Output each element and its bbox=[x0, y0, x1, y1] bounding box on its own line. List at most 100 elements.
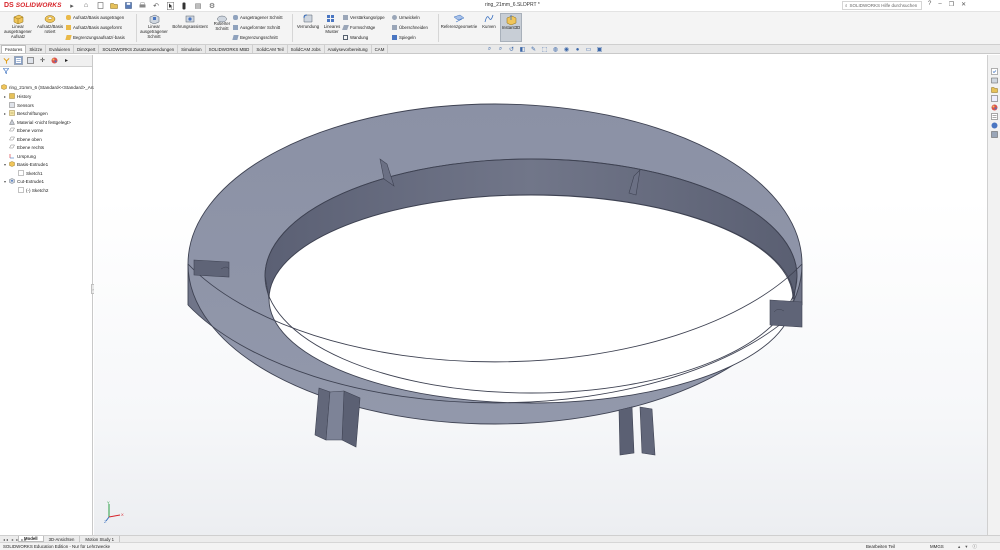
tab-solidworks-mbd[interactable]: SOLIDWORKS MBD bbox=[206, 45, 254, 53]
help-icon[interactable]: ? bbox=[928, 1, 931, 8]
tab-skizze[interactable]: Skizze bbox=[26, 45, 47, 53]
graphics-area[interactable]: Y X Z bbox=[94, 55, 987, 535]
boundary-boss-button[interactable]: Begrenzungsaufsatz/-basis bbox=[65, 35, 125, 40]
configuration-manager-tab-icon[interactable] bbox=[26, 56, 35, 65]
tab-analysevorbereitung[interactable]: Analysevorbereitung bbox=[325, 45, 372, 53]
solidworks-forum-icon[interactable] bbox=[991, 122, 998, 129]
revolve-cut-button[interactable]: Rotierter Schnitt bbox=[210, 15, 234, 32]
view-settings-icon[interactable]: ▣ bbox=[596, 46, 603, 53]
expand-toggle-icon[interactable]: ▸ bbox=[3, 111, 7, 116]
undo-icon[interactable]: ↶ bbox=[152, 2, 160, 10]
notch-left[interactable] bbox=[193, 259, 230, 278]
solidworks-logo[interactable]: DS SOLIDWORKS bbox=[0, 0, 62, 12]
new-document-icon[interactable] bbox=[96, 2, 104, 10]
part-model[interactable] bbox=[94, 55, 987, 535]
intersect-button[interactable]: Überschneiden bbox=[392, 25, 428, 30]
lofted-boss-button[interactable]: Aufsatz/Basis ausgeformt bbox=[66, 25, 122, 30]
options-gear-icon[interactable]: ⚙ bbox=[208, 2, 216, 10]
open-folder-icon[interactable] bbox=[110, 2, 118, 10]
help-search-input[interactable]: ⌕ SOLIDWORKS Hilfe durchsuchen bbox=[842, 1, 922, 10]
zoom-to-fit-icon[interactable]: ⌕ bbox=[486, 46, 493, 53]
previous-view-icon[interactable]: ↺ bbox=[508, 46, 515, 53]
edit-appearance-icon[interactable]: ● bbox=[574, 46, 581, 53]
display-style-icon[interactable]: ◍ bbox=[552, 46, 559, 53]
draft-button[interactable]: Formschräge bbox=[342, 25, 375, 30]
swept-boss-button[interactable]: Aufsatz/Basis ausgetragen bbox=[66, 15, 124, 20]
view-orientation-icon[interactable]: ⬚ bbox=[541, 46, 548, 53]
minimize-icon[interactable]: – bbox=[938, 1, 941, 8]
tree-item-basis-extrude1[interactable]: ▾ Basis-Extrude1 bbox=[3, 161, 48, 167]
feature-tree-filter[interactable] bbox=[0, 67, 92, 77]
unit-system-selector[interactable]: MMGS bbox=[930, 544, 944, 549]
extrude-cut-button[interactable]: Linear ausgetragener Schnitt bbox=[139, 13, 169, 39]
tab-cam[interactable]: CAM bbox=[372, 45, 389, 53]
tab-simulation[interactable]: Simulation bbox=[178, 45, 206, 53]
tree-item-sketch1[interactable]: Sketch1 bbox=[12, 170, 43, 176]
zoom-to-area-icon[interactable]: ⌕ bbox=[497, 46, 504, 53]
notch-front-left[interactable] bbox=[314, 387, 361, 448]
reference-geometry-button[interactable]: Referenzgeometrie bbox=[440, 13, 478, 30]
swept-cut-button[interactable]: Ausgetragener Schnitt bbox=[233, 15, 283, 20]
view-palette-icon[interactable] bbox=[991, 95, 998, 102]
tab-solidcam-teil[interactable]: SolidCAM Teil bbox=[253, 45, 288, 53]
lofted-cut-button[interactable]: Ausgeformter Schnitt bbox=[233, 25, 280, 30]
tree-item-ebene-vorne[interactable]: Ebene vorne bbox=[3, 127, 43, 133]
rebuild-icon[interactable] bbox=[180, 2, 188, 10]
feature-tree-root[interactable]: ring_21mm_6 (Standard<<Standard>_Anzeig bbox=[1, 84, 102, 90]
solidworks-resources-icon[interactable] bbox=[991, 68, 998, 75]
tab-features[interactable]: Features bbox=[1, 45, 27, 53]
rib-button[interactable]: Verstärkungsrippe bbox=[343, 15, 385, 20]
feature-manager-tab-icon[interactable] bbox=[2, 56, 11, 65]
fillet-button[interactable]: Verrundung bbox=[294, 13, 322, 30]
tree-item-beschriftungen[interactable]: ▸ Beschriftungen bbox=[3, 110, 48, 116]
select-pointer-icon[interactable] bbox=[166, 1, 174, 10]
curves-button[interactable]: Kurven bbox=[479, 13, 499, 30]
tree-item-material-nicht-festgelegt[interactable]: Material <nicht festgelegt> bbox=[3, 119, 71, 125]
extrude-boss-button[interactable]: Linear ausgetragener Aufsatz bbox=[3, 13, 33, 39]
tab-solidcam-jobs[interactable]: SolidCAM Jobs bbox=[288, 45, 325, 53]
display-manager-tab-icon[interactable] bbox=[50, 56, 59, 65]
tab-solidworks-zusatzanwendungen[interactable]: SOLIDWORKS Zusatzanwendungen bbox=[99, 45, 179, 53]
expand-toggle-icon[interactable]: ▾ bbox=[3, 162, 7, 167]
tree-item-sensors[interactable]: Sensors bbox=[3, 102, 34, 108]
tooltip-status-icon[interactable]: ⓘ bbox=[972, 544, 976, 550]
more-tabs-icon[interactable]: ▸ bbox=[62, 56, 71, 65]
instant3d-button[interactable]: Instant3D bbox=[500, 13, 522, 42]
tree-item-ebene-oben[interactable]: Ebene oben bbox=[3, 136, 42, 142]
shell-button[interactable]: Wandung bbox=[343, 35, 368, 40]
mirror-button[interactable]: Spiegeln bbox=[392, 35, 416, 40]
section-view-icon[interactable]: ◧ bbox=[519, 46, 526, 53]
file-properties-icon[interactable]: ▤ bbox=[194, 2, 202, 10]
notch-front-right[interactable] bbox=[618, 406, 656, 456]
close-icon[interactable]: ✕ bbox=[961, 1, 966, 8]
linear-pattern-button[interactable]: Lineares Muster bbox=[322, 13, 342, 35]
solidcam-icon[interactable] bbox=[991, 131, 998, 138]
rebuild-status-icon[interactable]: ▴ bbox=[958, 544, 960, 550]
hole-wizard-button[interactable]: Bohrungsassistent bbox=[171, 13, 209, 30]
tree-item-cut-extrude1[interactable]: ▾ Cut-Extrude1 bbox=[3, 178, 44, 184]
revolve-boss-button[interactable]: Aufsatz/Basis rotiert bbox=[36, 13, 64, 35]
hide-show-items-icon[interactable]: ◉ bbox=[563, 46, 570, 53]
design-library-icon[interactable] bbox=[991, 77, 998, 84]
customize-status-icon[interactable]: ▾ bbox=[965, 544, 967, 550]
restore-icon[interactable]: ❐ bbox=[949, 1, 954, 8]
expand-toggle-icon[interactable]: ▾ bbox=[3, 179, 7, 184]
notch-right[interactable] bbox=[769, 299, 803, 328]
tree-item-sketch2[interactable]: (-) Sketch2 bbox=[12, 187, 48, 193]
tab-dimxpert[interactable]: DimXpert bbox=[74, 45, 100, 53]
dimxpert-manager-tab-icon[interactable]: ✛ bbox=[38, 56, 47, 65]
tree-item-ebene-rechts[interactable]: Ebene rechts bbox=[3, 144, 44, 150]
tree-item-ursprung[interactable]: Ursprung bbox=[3, 153, 36, 159]
file-explorer-icon[interactable] bbox=[991, 86, 998, 93]
appearances-scenes-icon[interactable] bbox=[991, 104, 998, 111]
home-icon[interactable]: ⌂ bbox=[82, 2, 90, 10]
tree-item-history[interactable]: ▸ History bbox=[3, 93, 31, 99]
dynamic-annotation-icon[interactable]: ✎ bbox=[530, 46, 537, 53]
save-icon[interactable] bbox=[124, 2, 132, 10]
expand-toggle-icon[interactable]: ▸ bbox=[3, 94, 7, 99]
wrap-button[interactable]: Umwickeln bbox=[392, 15, 420, 20]
boundary-cut-button[interactable]: Begrenzungsschnitt bbox=[232, 35, 278, 40]
expand-menu-icon[interactable]: ▸ bbox=[68, 2, 76, 10]
property-manager-tab-icon[interactable] bbox=[14, 56, 23, 65]
apply-scene-icon[interactable]: ▭ bbox=[585, 46, 592, 53]
